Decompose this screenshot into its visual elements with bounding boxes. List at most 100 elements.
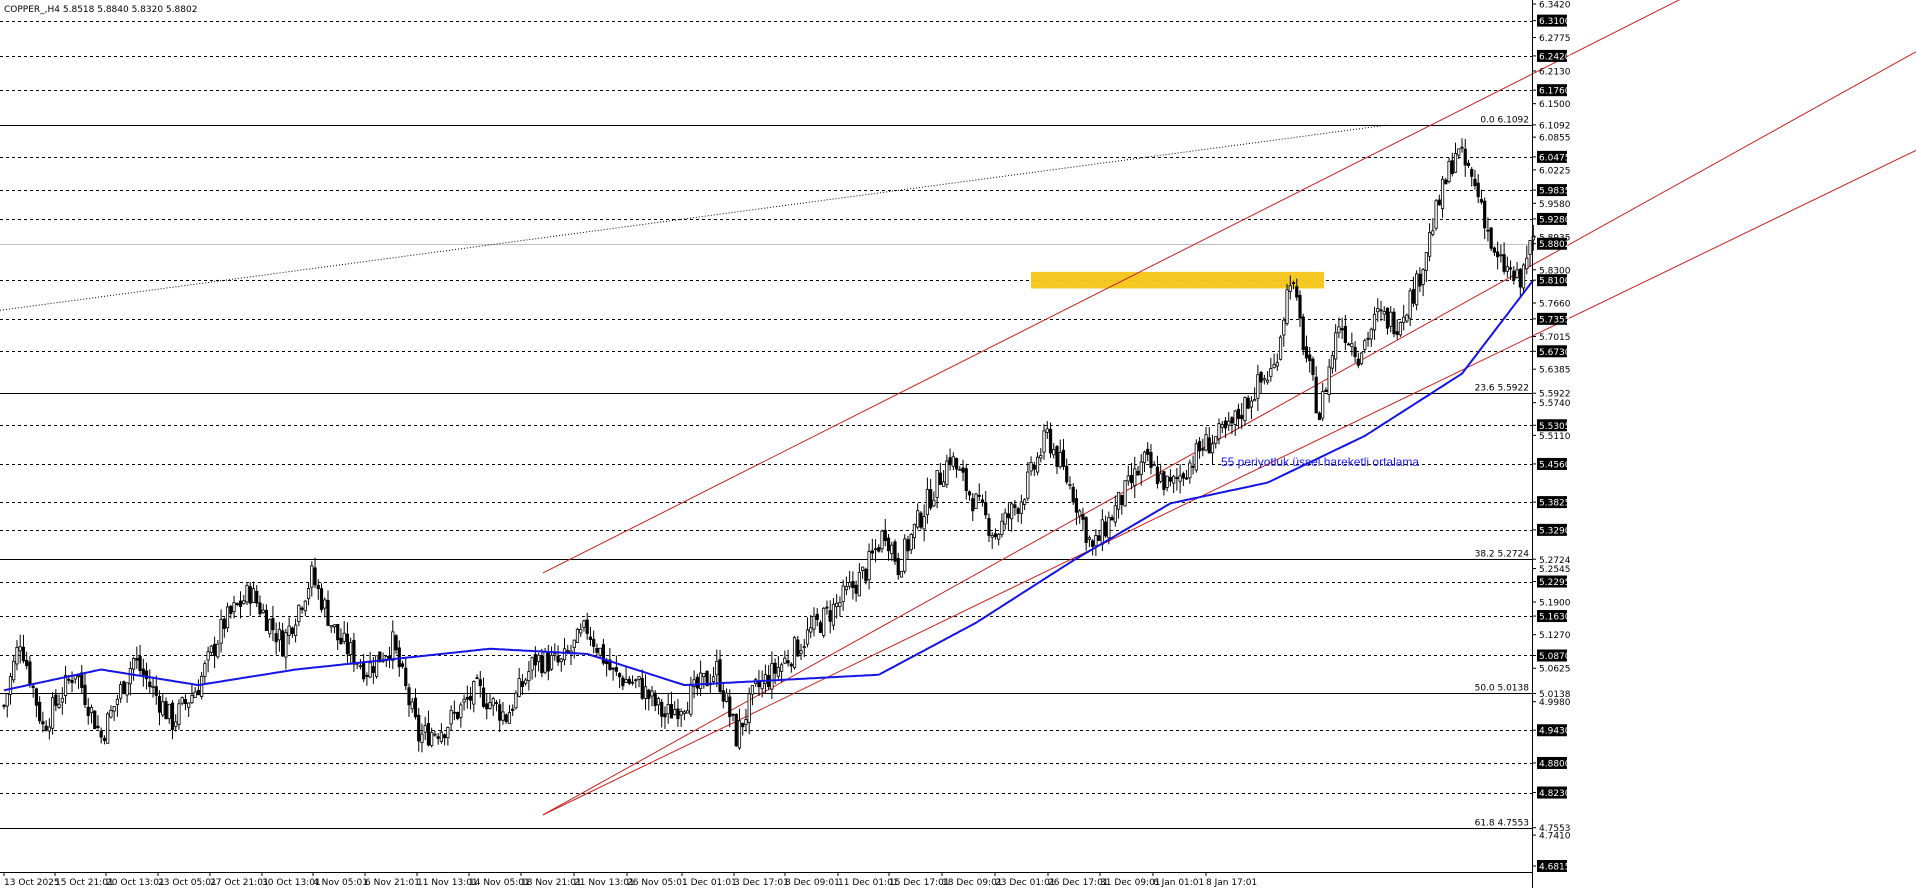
candle-body	[222, 618, 226, 629]
candle-body	[958, 468, 962, 471]
candle-body	[1311, 358, 1315, 376]
candle-body	[630, 681, 635, 684]
candle-body	[245, 585, 249, 603]
candle-body	[909, 533, 913, 551]
candle-body	[1107, 516, 1111, 539]
candle-body	[18, 646, 22, 652]
candle-body	[1146, 448, 1150, 455]
candle-body	[426, 723, 431, 746]
candle-body	[715, 661, 719, 676]
candle-body	[637, 676, 641, 680]
candle-body	[1496, 251, 1500, 258]
candle-body	[1447, 160, 1451, 182]
candle-body	[1505, 266, 1509, 272]
candle-body	[420, 733, 424, 744]
candle-body	[1382, 310, 1386, 315]
candle-body	[63, 675, 68, 696]
candle-body	[459, 704, 463, 718]
candle-body	[951, 456, 955, 467]
price-tick-label: 5.9580	[1539, 200, 1571, 210]
candle-body	[261, 609, 265, 614]
candles-layer	[2, 138, 1535, 753]
time-tick-label: 15 Oct 21:01	[55, 878, 114, 888]
candle-body	[180, 697, 184, 704]
candle-body	[225, 606, 230, 629]
candle-body	[857, 571, 861, 597]
candle-body	[391, 631, 395, 661]
candle-body	[861, 566, 865, 571]
chart-window[interactable]: 0.0 6.1092 23.6 5.5922 38.2 5.2724 50.0 5.0…	[0, 0, 1916, 888]
candle-body	[115, 698, 119, 705]
price-tick-label: 5.9280	[1539, 215, 1571, 225]
candle-body	[297, 604, 301, 623]
candle-body	[1298, 294, 1302, 319]
candle-body	[1052, 449, 1056, 456]
candle-body	[537, 654, 541, 663]
price-tick-label: 5.4560	[1539, 460, 1571, 470]
time-tick-label: 18 Nov 21:01	[521, 878, 582, 888]
candle-body	[293, 624, 298, 636]
candle-body	[102, 737, 107, 741]
candle-body	[634, 679, 638, 682]
candle-body	[673, 709, 677, 716]
candle-body	[1100, 519, 1104, 545]
candle-body	[1285, 289, 1289, 324]
candle-body	[1525, 257, 1529, 270]
candle-body	[763, 674, 768, 684]
candle-body	[436, 736, 440, 739]
candle-body	[1489, 227, 1493, 249]
candle-body	[627, 678, 631, 684]
candle-body	[1450, 160, 1454, 174]
candle-body	[332, 624, 337, 628]
candle-body	[605, 660, 609, 665]
price-chart[interactable]: 0.0 6.1092 23.6 5.5922 38.2 5.2724 50.0 5.0…	[0, 0, 1916, 888]
candle-body	[1000, 520, 1004, 535]
candle-body	[1476, 182, 1480, 198]
candle-body	[841, 585, 845, 602]
price-tick-label: 6.2775	[1539, 34, 1571, 44]
candle-body	[407, 687, 411, 706]
candle-body	[485, 703, 489, 710]
candle-body	[313, 567, 317, 586]
candle-body	[592, 638, 596, 647]
candle-body	[822, 607, 826, 636]
candle-body	[702, 673, 706, 678]
price-tick-label: 6.1092	[1539, 121, 1571, 131]
candle-body	[514, 692, 518, 709]
candle-body	[287, 625, 291, 636]
candle-body	[974, 493, 978, 509]
candle-body	[1074, 498, 1079, 513]
candle-body	[96, 725, 100, 728]
candle-body	[1424, 252, 1428, 271]
price-tick-label: 6.3100	[1539, 17, 1571, 27]
candle-body	[54, 694, 58, 706]
candle-body	[109, 710, 113, 718]
candle-body	[371, 666, 375, 673]
price-tick-label: 5.6385	[1539, 366, 1571, 376]
candle-body	[31, 685, 35, 688]
candle-body	[650, 690, 654, 697]
candle-body	[34, 688, 39, 706]
candle-body	[598, 647, 602, 656]
candle-body	[802, 646, 806, 649]
candle-body	[306, 588, 311, 600]
candle-body	[721, 690, 725, 702]
candle-body	[8, 676, 13, 695]
candle-body	[916, 510, 920, 528]
candle-body	[575, 628, 580, 643]
candle-body	[864, 568, 868, 582]
candle-body	[1431, 230, 1435, 235]
candle-body	[1369, 328, 1373, 340]
candle-body	[980, 499, 985, 503]
candle-body	[394, 635, 398, 651]
candle-body	[1078, 510, 1082, 517]
candle-body	[572, 639, 576, 649]
time-tick-label: 20 Oct 13:01	[106, 878, 165, 888]
candle-body	[1330, 355, 1334, 369]
candle-body	[284, 632, 288, 658]
candle-body	[417, 714, 421, 742]
candle-body	[1321, 391, 1325, 419]
candle-body	[465, 696, 469, 700]
candle-body	[922, 516, 926, 530]
candle-body	[190, 694, 194, 704]
